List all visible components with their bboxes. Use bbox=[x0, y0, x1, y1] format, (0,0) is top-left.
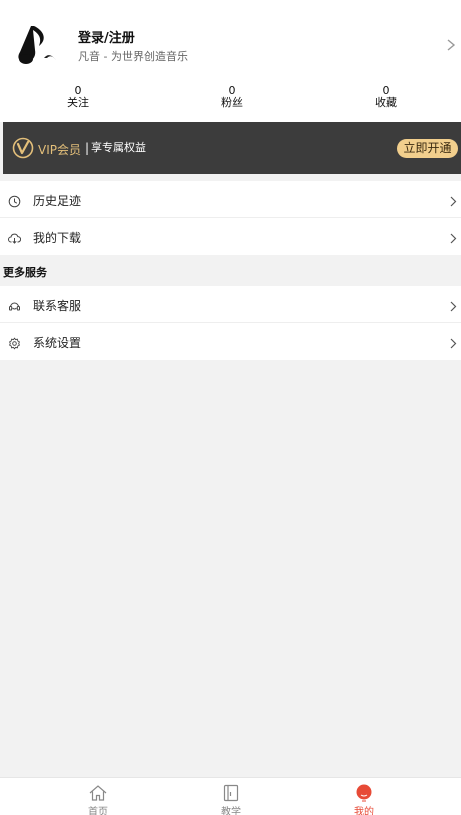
menu-item-label: 我的下载 bbox=[33, 231, 82, 245]
menu-group-main: 历史足迹 我的下载 bbox=[0, 181, 461, 255]
menu-item-label: 历史足迹 bbox=[33, 194, 82, 208]
gear-icon bbox=[8, 335, 21, 350]
user-icon bbox=[354, 784, 374, 802]
menu-item-customer-service[interactable]: 联系客服 bbox=[0, 286, 461, 323]
chevron-right-icon bbox=[448, 298, 458, 312]
section-title-more-services: 更多服务 bbox=[3, 266, 47, 279]
empty-content-area bbox=[0, 360, 461, 776]
vip-banner[interactable]: VIP会员 | 享专属权益 立即开通 bbox=[3, 122, 461, 174]
chevron-right-icon bbox=[448, 230, 458, 244]
tab-label: 首页 bbox=[88, 807, 108, 815]
avatar[interactable] bbox=[10, 22, 60, 70]
book-icon bbox=[221, 784, 241, 802]
tab-mine[interactable]: 我的 bbox=[324, 778, 404, 815]
vip-title: VIP会员 bbox=[38, 143, 81, 157]
home-icon bbox=[88, 784, 108, 802]
bottom-tab-bar: 首页 教学 我的 bbox=[0, 777, 461, 815]
cloud-download-icon bbox=[8, 230, 22, 244]
vip-description: 享专属权益 bbox=[91, 141, 146, 154]
stat-favorites[interactable]: 0 收藏 bbox=[346, 84, 426, 109]
stat-following[interactable]: 0 关注 bbox=[38, 84, 118, 109]
headset-icon bbox=[8, 298, 21, 311]
tab-label: 教学 bbox=[221, 807, 241, 815]
login-register-link[interactable]: 登录/注册 bbox=[78, 27, 135, 46]
chevron-right-icon bbox=[448, 193, 458, 207]
music-note-icon bbox=[18, 26, 56, 64]
chevron-right-icon bbox=[448, 335, 458, 349]
user-slogan: 凡音 - 为世界创造音乐 bbox=[78, 50, 188, 63]
menu-item-label: 系统设置 bbox=[33, 336, 82, 350]
menu-group-more-services: 联系客服 系统设置 bbox=[0, 286, 461, 360]
profile-page: 登录/注册 凡音 - 为世界创造音乐 0 关注 0 粉丝 0 收藏 VIP会员 … bbox=[0, 0, 461, 815]
vip-separator: | bbox=[85, 141, 90, 155]
stat-label: 关注 bbox=[67, 96, 89, 109]
tab-label: 我的 bbox=[354, 807, 374, 815]
chevron-right-icon[interactable] bbox=[444, 37, 458, 53]
tab-home[interactable]: 首页 bbox=[58, 778, 138, 815]
vip-logo-icon bbox=[12, 137, 34, 159]
tab-teaching[interactable]: 教学 bbox=[191, 778, 271, 815]
vip-activate-button[interactable]: 立即开通 bbox=[397, 139, 458, 158]
clock-icon bbox=[8, 193, 21, 208]
stat-label: 收藏 bbox=[375, 96, 397, 109]
stat-label: 粉丝 bbox=[221, 96, 243, 109]
menu-item-label: 联系客服 bbox=[33, 299, 82, 313]
stat-fans[interactable]: 0 粉丝 bbox=[192, 84, 272, 109]
menu-item-downloads[interactable]: 我的下载 bbox=[0, 218, 461, 255]
menu-item-history[interactable]: 历史足迹 bbox=[0, 181, 461, 218]
stats-row: 0 关注 0 粉丝 0 收藏 bbox=[0, 84, 461, 116]
profile-header: 登录/注册 凡音 - 为世界创造音乐 0 关注 0 粉丝 0 收藏 bbox=[0, 0, 461, 122]
menu-item-settings[interactable]: 系统设置 bbox=[0, 323, 461, 360]
